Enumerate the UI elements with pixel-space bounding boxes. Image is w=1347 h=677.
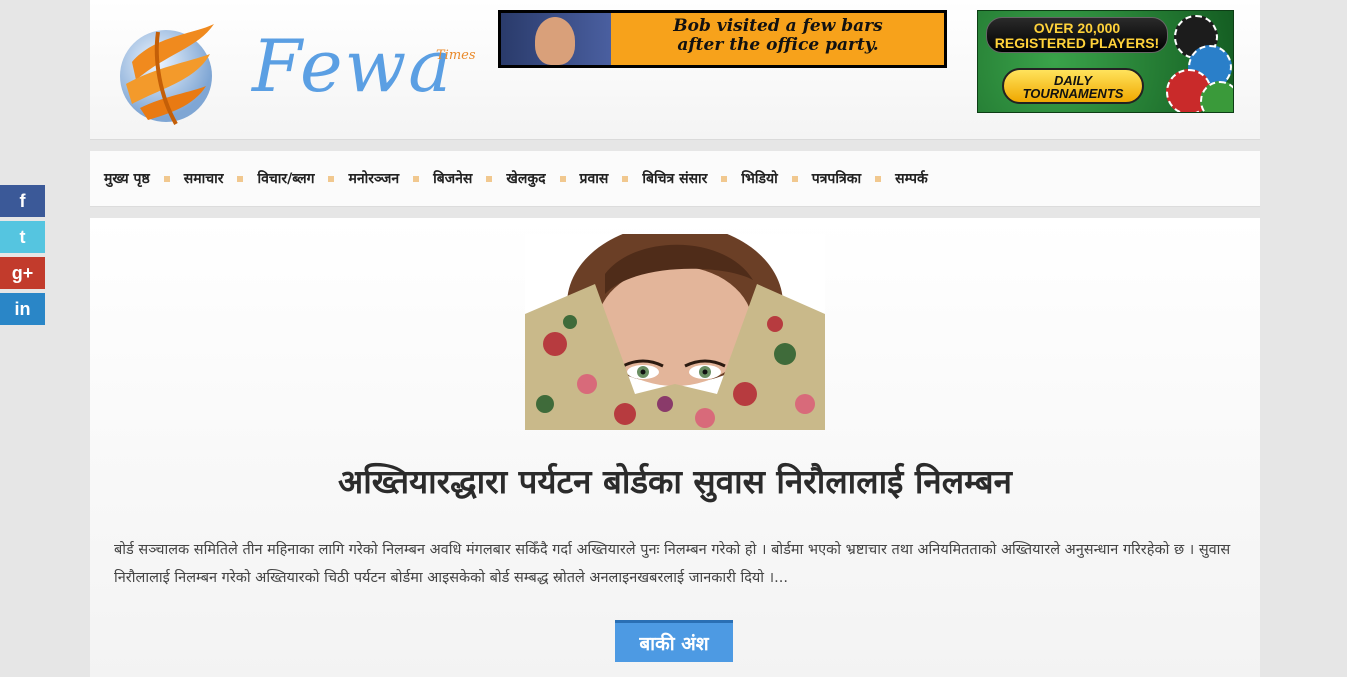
- nav-separator: [559, 175, 566, 182]
- linkedin-icon: in: [14, 298, 31, 319]
- nav-separator: [721, 175, 728, 182]
- nav-label: बिजनेस: [433, 171, 473, 187]
- nav-separator: [413, 175, 420, 182]
- nav-item-home[interactable]: मुख्य पृष्ठ: [104, 169, 184, 188]
- linkedin-share-button[interactable]: in: [0, 293, 45, 325]
- nav-list: मुख्य पृष्ठ समाचार विचार/ब्लग मनोरञ्जन ब…: [90, 151, 1260, 206]
- nav-separator: [622, 175, 629, 182]
- ad-photo: [501, 13, 611, 65]
- nav-item-diaspora[interactable]: प्रवास: [580, 169, 643, 188]
- logo-emblem-icon: [120, 24, 214, 125]
- main-navigation: मुख्य पृष्ठ समाचार विचार/ब्लग मनोरञ्जन ब…: [90, 151, 1260, 207]
- ad-tournaments-button[interactable]: DAILY TOURNAMENTS: [1002, 68, 1144, 104]
- nav-label: मुख्य पृष्ठ: [104, 171, 150, 187]
- ad-headline-line-1: OVER 20,000: [1033, 20, 1121, 36]
- nav-label: विचार/ब्लग: [257, 171, 315, 187]
- nav-item-contact[interactable]: सम्पर्क: [895, 169, 928, 188]
- ad-text: Bob visited a few bars after the office …: [619, 17, 937, 55]
- twitter-icon: t: [19, 226, 26, 247]
- nav-label: बिचित्र संसार: [642, 171, 708, 187]
- nav-item-opinion-blog[interactable]: विचार/ब्लग: [257, 169, 348, 188]
- nav-label: भिडियो: [741, 171, 778, 187]
- nav-label: मनोरञ्जन: [348, 171, 400, 187]
- article-headline[interactable]: अख्तियारद्धारा पर्यटन बोर्डका सुवास निरौ…: [90, 458, 1260, 503]
- nav-separator: [328, 175, 335, 182]
- nav-label: प्रवास: [579, 171, 609, 187]
- nav-label: सम्पर्क: [895, 171, 928, 187]
- nav-item-strange-world[interactable]: बिचित्र संसार: [642, 169, 741, 188]
- facebook-icon: f: [19, 190, 26, 211]
- ad-button-line-2: TOURNAMENTS: [1022, 86, 1124, 101]
- nav-item-video[interactable]: भिडियो: [741, 169, 811, 188]
- nav-item-news[interactable]: समाचार: [184, 169, 258, 188]
- social-share-bar: f t g+ in: [0, 185, 45, 329]
- ad-headline: OVER 20,000 REGISTERED PLAYERS!: [986, 17, 1168, 53]
- poker-chip-icon: [1200, 81, 1233, 112]
- nav-label: समाचार: [183, 171, 224, 187]
- article-excerpt: बोर्ड सञ्चालक समितिले तीन महिनाका लागि ग…: [114, 542, 1231, 586]
- nav-separator: [237, 175, 244, 182]
- ad-line-2: after the office party.: [677, 35, 879, 55]
- nav-label: पत्रपत्रिका: [811, 171, 862, 187]
- nav-label: खेलकुद: [506, 171, 546, 187]
- logo-subtitle: Times: [436, 48, 476, 63]
- banner-ad-poker[interactable]: OVER 20,000 REGISTERED PLAYERS! DAILY TO…: [977, 10, 1234, 113]
- nav-separator: [486, 175, 493, 182]
- googleplus-icon: g+: [11, 262, 34, 283]
- logo-wordmark: Fewa: [252, 24, 454, 108]
- nav-separator: [875, 175, 882, 182]
- nav-item-business[interactable]: बिजनेस: [433, 169, 506, 188]
- nav-item-entertainment[interactable]: मनोरञ्जन: [348, 169, 433, 188]
- nav-separator: [163, 175, 170, 182]
- ad-headline-line-2: REGISTERED PLAYERS!: [994, 35, 1160, 51]
- ad-line-1: Bob visited a few bars: [673, 16, 883, 36]
- read-more-button[interactable]: बाकी अंश: [615, 620, 733, 662]
- nav-item-press[interactable]: पत्रपत्रिका: [812, 169, 895, 188]
- facebook-share-button[interactable]: f: [0, 185, 45, 217]
- nav-separator: [791, 175, 798, 182]
- woman-scarf-image: [525, 234, 825, 430]
- article-image[interactable]: [525, 234, 825, 430]
- googleplus-share-button[interactable]: g+: [0, 257, 45, 289]
- twitter-share-button[interactable]: t: [0, 221, 45, 253]
- site-header: Fewa Times Bob visited a few bars after …: [90, 0, 1260, 140]
- site-logo[interactable]: Fewa Times: [114, 8, 476, 130]
- article-card: अख्तियारद्धारा पर्यटन बोर्डका सुवास निरौ…: [90, 218, 1260, 677]
- nav-item-sports[interactable]: खेलकुद: [506, 169, 579, 188]
- banner-ad-office-party[interactable]: Bob visited a few bars after the office …: [498, 10, 947, 68]
